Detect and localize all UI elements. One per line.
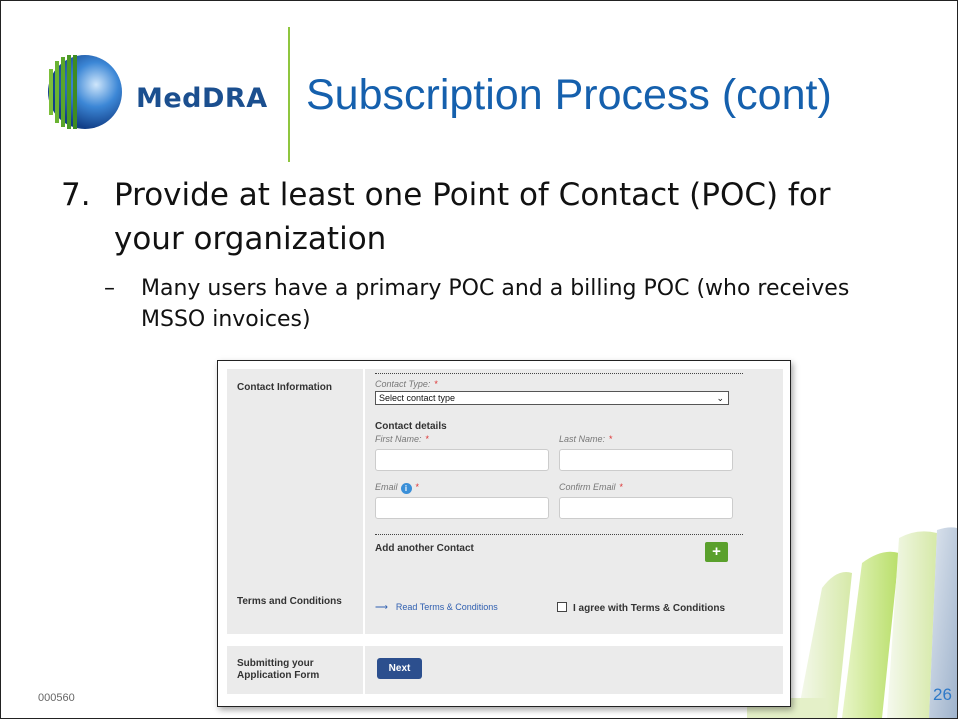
chevron-down-icon: ⌄: [716, 393, 724, 403]
page-title: Subscription Process (cont): [306, 71, 832, 119]
contact-information-section: Contact Information Contact Type: * Selec…: [227, 369, 783, 597]
add-contact-label: Add another Contact: [375, 543, 474, 554]
slide-code: 000560: [38, 692, 75, 704]
info-icon[interactable]: i: [400, 483, 412, 494]
confirm-email-field[interactable]: [559, 497, 733, 519]
section-label: Terms and Conditions: [237, 596, 342, 607]
submit-section: Submitting your Application Form Next: [227, 646, 783, 694]
meddra-logo: [48, 55, 122, 129]
sub-bullet-dash: –: [104, 276, 115, 301]
terms-section: Terms and Conditions ⟶ Read Terms & Condi…: [227, 582, 783, 634]
bullet-text: Provide at least one Point of Contact (P…: [114, 177, 831, 257]
slide: MedDRA Subscription Process (cont) 7. Pr…: [0, 0, 958, 719]
terms-link[interactable]: ⟶ Read Terms & Conditions: [375, 602, 498, 613]
section-label: Submitting your Application Form: [237, 658, 320, 681]
dotted-separator: [375, 373, 743, 374]
section-label: Contact Information: [237, 382, 332, 393]
email-field[interactable]: [375, 497, 549, 519]
contact-details-heading: Contact details: [375, 421, 447, 432]
dotted-separator: [375, 534, 743, 535]
sub-bullet-text: Many users have a primary POC and a bill…: [141, 276, 850, 332]
brand-name: MedDRA: [136, 83, 268, 114]
next-button[interactable]: Next: [377, 658, 422, 679]
section-divider: [363, 369, 365, 597]
section-divider: [363, 646, 365, 694]
bullet-number: 7.: [61, 177, 91, 213]
section-divider: [363, 582, 365, 634]
add-contact-button[interactable]: +: [705, 542, 728, 562]
contact-form-screenshot: Contact Information Contact Type: * Selec…: [217, 360, 791, 707]
arrow-right-icon: ⟶: [375, 602, 388, 612]
terms-checkbox[interactable]: I agree with Terms & Conditions: [557, 602, 725, 614]
first-name-field[interactable]: [375, 449, 549, 471]
checkbox[interactable]: [557, 602, 567, 612]
email-label: Email i *: [375, 482, 420, 494]
last-name-label: Last Name: *: [559, 434, 613, 444]
contact-type-label: Contact Type: *: [375, 379, 438, 389]
confirm-email-label: Confirm Email *: [559, 482, 624, 492]
page-number: 26: [933, 685, 952, 704]
contact-type-select[interactable]: Select contact type ⌄: [375, 391, 729, 405]
header-divider: [288, 27, 290, 162]
first-name-label: First Name: *: [375, 434, 430, 444]
last-name-field[interactable]: [559, 449, 733, 471]
